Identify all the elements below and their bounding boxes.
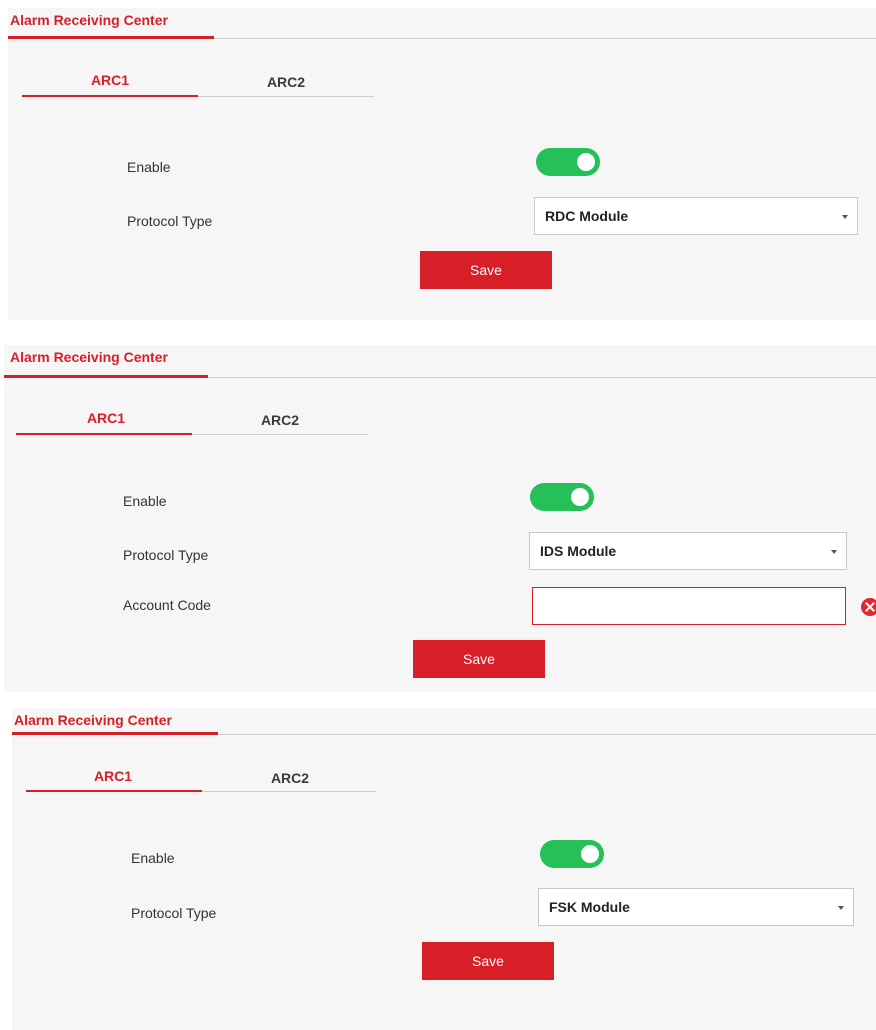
tab-arc2[interactable]: ARC2 (226, 74, 346, 90)
header-divider (218, 734, 876, 735)
title-underline (4, 375, 208, 378)
enable-toggle[interactable] (530, 483, 594, 511)
active-tab-indicator (26, 790, 202, 792)
tab-arc1[interactable]: ARC1 (50, 72, 170, 88)
save-button[interactable]: Save (413, 640, 545, 678)
active-tab-indicator (22, 95, 198, 97)
tab-arc1[interactable]: ARC1 (53, 768, 173, 784)
protocol-type-select[interactable]: FSK Module (538, 888, 854, 926)
arc-panel-3: Alarm Receiving Center ARC1 ARC2 Enable … (12, 708, 876, 1030)
header-divider (208, 377, 876, 378)
arc-panel-2: Alarm Receiving Center ARC1 ARC2 Enable … (4, 345, 876, 692)
chevron-down-icon (831, 550, 837, 554)
protocol-type-label: Protocol Type (123, 547, 209, 563)
panel-title: Alarm Receiving Center (14, 712, 172, 728)
toggle-knob (581, 845, 599, 863)
account-code-input[interactable] (532, 587, 846, 625)
protocol-type-label: Protocol Type (131, 905, 217, 921)
enable-toggle[interactable] (536, 148, 600, 176)
protocol-type-select[interactable]: IDS Module (529, 532, 847, 570)
chevron-down-icon (838, 906, 844, 910)
protocol-type-value: FSK Module (549, 899, 630, 915)
protocol-type-label: Protocol Type (127, 213, 213, 229)
tab-arc2[interactable]: ARC2 (230, 770, 350, 786)
save-button[interactable]: Save (422, 942, 554, 980)
toggle-knob (577, 153, 595, 171)
enable-label: Enable (123, 493, 167, 509)
enable-label: Enable (127, 159, 171, 175)
enable-toggle[interactable] (540, 840, 604, 868)
toggle-knob (571, 488, 589, 506)
save-button[interactable]: Save (420, 251, 552, 289)
enable-label: Enable (131, 850, 175, 866)
panel-title: Alarm Receiving Center (10, 12, 168, 28)
panel-title: Alarm Receiving Center (10, 349, 168, 365)
chevron-down-icon (842, 215, 848, 219)
protocol-type-value: IDS Module (540, 543, 617, 559)
tab-arc1[interactable]: ARC1 (46, 410, 166, 426)
header-divider (214, 38, 876, 39)
title-underline (8, 36, 214, 39)
account-code-label: Account Code (123, 597, 211, 613)
tab-arc2[interactable]: ARC2 (220, 412, 340, 428)
arc-panel-1: Alarm Receiving Center ARC1 ARC2 Enable … (8, 8, 876, 320)
active-tab-indicator (16, 433, 192, 435)
title-underline (12, 732, 218, 735)
protocol-type-select[interactable]: RDC Module (534, 197, 858, 235)
protocol-type-value: RDC Module (545, 208, 629, 224)
error-icon (861, 598, 876, 616)
